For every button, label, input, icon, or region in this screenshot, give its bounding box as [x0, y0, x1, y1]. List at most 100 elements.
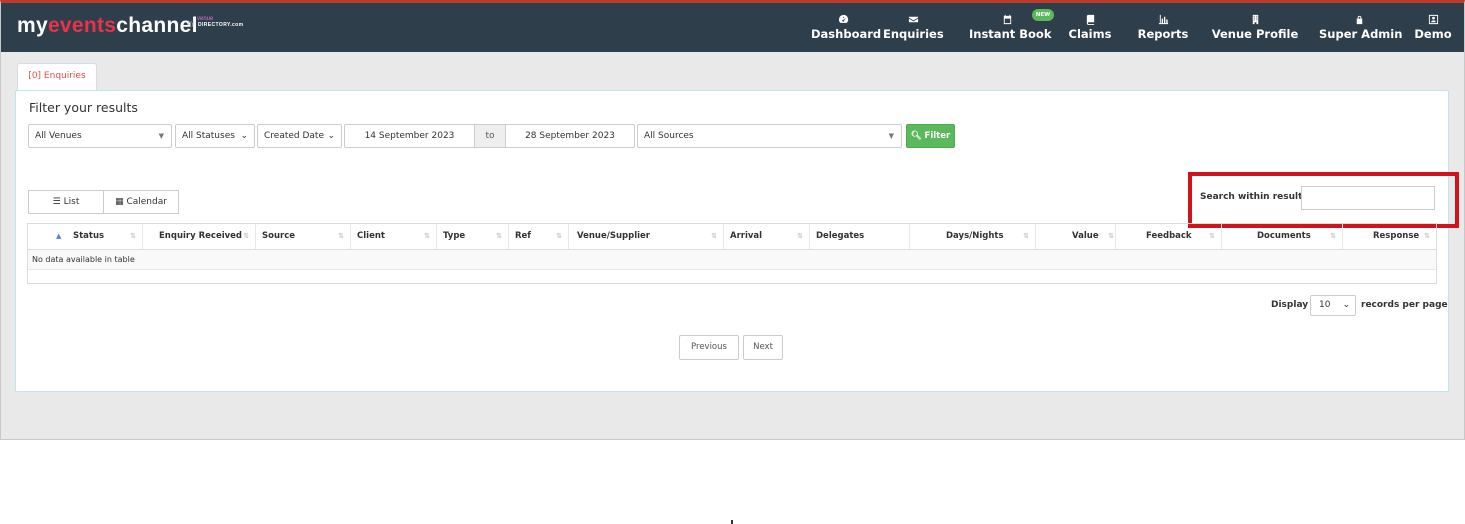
date-to-input[interactable]: 28 September 2023 [505, 124, 635, 148]
empty-table-message: No data available in table [28, 250, 1436, 270]
column-type-label: Type [443, 231, 466, 241]
column-arrival[interactable]: Arrival ⇅ [724, 224, 810, 249]
sort-icon: ⇅ [130, 232, 136, 240]
top-navigation-bar: myeventschannel by venue DIRECTORY.com D… [1, 3, 1464, 52]
column-days-nights[interactable]: Days/Nights ⇅ [910, 224, 1036, 249]
nav-claims[interactable]: Claims [1067, 9, 1113, 49]
nav-dashboard[interactable]: Dashboard [811, 9, 882, 49]
bar-chart-icon [1137, 11, 1189, 27]
table-header: ▲ Status ⇅ Enquiry Received ⇅ Source ⇅ Clien… [28, 224, 1436, 250]
venue-select[interactable]: All Venues ▼ [28, 124, 172, 148]
brand-suffix: channel [116, 14, 198, 37]
list-view-button[interactable]: ☰ List [28, 190, 104, 214]
nav-super-admin-label: Super Admin [1319, 27, 1403, 41]
sort-icon: ⇅ [424, 232, 430, 240]
date-type-select[interactable]: Created Date ⌄ [257, 124, 342, 148]
column-feedback-label: Feedback [1146, 231, 1192, 241]
column-source[interactable]: Source ⇅ [256, 224, 351, 249]
filter-button-label: Filter [924, 131, 951, 141]
previous-page-button[interactable]: Previous [679, 335, 739, 360]
column-delegates-label: Delegates [816, 231, 865, 241]
cursor-mark [731, 520, 733, 524]
column-client-label: Client [357, 231, 385, 241]
column-source-label: Source [262, 231, 296, 241]
nav-enquiries[interactable]: Enquiries [883, 9, 944, 49]
column-response[interactable]: Response ⇅ [1343, 224, 1436, 249]
sort-icon: ⇅ [1023, 232, 1029, 240]
column-documents[interactable]: Documents ⇅ [1222, 224, 1343, 249]
calendar-view-button[interactable]: ▦ Calendar [103, 190, 179, 214]
envelope-icon [883, 11, 943, 27]
column-client[interactable]: Client ⇅ [351, 224, 437, 249]
calendar-view-label: Calendar [126, 197, 167, 207]
records-per-page-select[interactable]: 10 ⌄ [1310, 295, 1356, 316]
column-ref[interactable]: Ref ⇅ [509, 224, 569, 249]
sort-icon: ⇅ [556, 232, 562, 240]
column-status[interactable]: ▲ Status ⇅ [28, 224, 143, 249]
column-documents-label: Documents [1257, 231, 1311, 241]
sort-icon: ⇅ [711, 232, 717, 240]
column-response-label: Response [1373, 231, 1420, 241]
new-badge: NEW [1032, 9, 1054, 21]
date-from-input[interactable]: 14 September 2023 [344, 124, 475, 148]
list-view-label: List [63, 197, 80, 207]
column-delegates[interactable]: Delegates [810, 224, 910, 249]
chevron-down-icon: ⌄ [327, 131, 335, 141]
book-icon [1067, 11, 1113, 27]
brand-prefix: my [17, 14, 48, 37]
tab-enquiries[interactable]: [0] Enquiries [17, 63, 97, 90]
nav-demo-label: Demo [1414, 27, 1452, 41]
nav-reports[interactable]: Reports [1137, 9, 1189, 49]
list-icon: ☰ [52, 197, 61, 207]
sort-icon: ⇅ [338, 232, 344, 240]
nav-venue-profile[interactable]: Venue Profile [1211, 9, 1299, 49]
sort-icon: ⇅ [1108, 232, 1114, 240]
nav-dashboard-label: Dashboard [811, 27, 882, 41]
column-venue-supplier-label: Venue/Supplier [577, 231, 650, 241]
status-select-value: All Statuses [182, 131, 235, 141]
records-per-page-label: records per page [1361, 300, 1448, 310]
sort-icon: ⇅ [797, 232, 803, 240]
column-enquiry-received[interactable]: Enquiry Received ⇅ [143, 224, 256, 249]
column-status-label: Status [73, 231, 105, 241]
building-icon [1211, 11, 1299, 27]
nav-instant-book-label: Instant Book [969, 27, 1052, 41]
column-value[interactable]: Value ⇅ [1036, 224, 1116, 249]
venue-select-value: All Venues [35, 131, 82, 141]
nav-venue-profile-label: Venue Profile [1211, 27, 1299, 41]
brand-logo[interactable]: myeventschannel [17, 14, 198, 38]
lock-icon [1319, 11, 1399, 27]
source-select[interactable]: All Sources ▼ [637, 124, 902, 148]
caret-down-icon: ▼ [158, 132, 164, 140]
sort-asc-icon: ▲ [56, 232, 62, 240]
column-arrival-label: Arrival [730, 231, 763, 241]
column-type[interactable]: Type ⇅ [437, 224, 509, 249]
nav-enquiries-label: Enquiries [883, 27, 944, 41]
results-panel: Filter your results All Venues ▼ All Sta… [15, 90, 1459, 392]
date-range-to-label: to [474, 124, 506, 148]
search-highlight-box [1188, 172, 1459, 228]
sort-icon: ⇅ [243, 232, 249, 240]
filter-title: Filter your results [29, 100, 138, 115]
next-page-button[interactable]: Next [743, 335, 783, 360]
tachometer-icon [811, 11, 875, 27]
column-ref-label: Ref [515, 231, 532, 241]
column-value-label: Value [1072, 231, 1099, 241]
nav-reports-label: Reports [1137, 27, 1189, 41]
filter-button[interactable]: 🔍︎ Filter [906, 124, 955, 148]
column-feedback[interactable]: Feedback ⇅ [1116, 224, 1222, 249]
nav-super-admin[interactable]: Super Admin [1319, 9, 1403, 49]
nav-demo[interactable]: Demo [1413, 9, 1453, 49]
chevron-down-icon: ⌄ [240, 131, 248, 141]
source-select-value: All Sources [644, 131, 694, 141]
display-label: Display [1271, 300, 1309, 310]
brand-by: by [188, 21, 195, 27]
search-icon: 🔍︎ [910, 131, 922, 141]
nav-claims-label: Claims [1068, 27, 1112, 41]
column-venue-supplier[interactable]: Venue/Supplier ⇅ [569, 224, 724, 249]
column-days-nights-label: Days/Nights [946, 231, 1004, 241]
brand-accent: events [47, 14, 117, 37]
status-select[interactable]: All Statuses ⌄ [175, 124, 255, 148]
user-icon [1413, 11, 1453, 27]
brand-directory: DIRECTORY.com [198, 22, 244, 28]
